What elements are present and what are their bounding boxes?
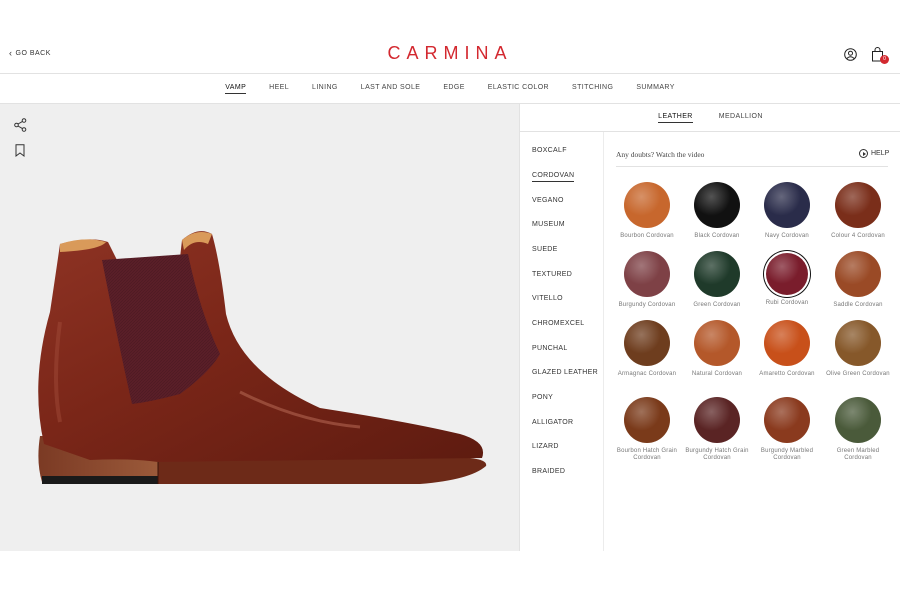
tab-elastic-color[interactable]: ELASTIC COLOR [488, 84, 549, 93]
swatch-natural-cordovan[interactable]: Natural Cordovan [685, 320, 749, 378]
swatch-color [835, 397, 881, 443]
swatch-color [694, 397, 740, 443]
swatch-green-cordovan[interactable]: Green Cordovan [685, 251, 749, 309]
share-icon[interactable] [14, 118, 27, 132]
swatch-color [624, 320, 670, 366]
subtab-leather[interactable]: LEATHER [658, 113, 693, 123]
material-boxcalf[interactable]: BOXCALF [532, 147, 567, 156]
swatch-olive-green-cordovan[interactable]: Olive Green Cordovan [826, 320, 890, 378]
swatch-color [764, 320, 810, 366]
customization-nav: VAMP HEEL LINING LAST AND SOLE EDGE ELAS… [0, 74, 900, 104]
swatch-label: Amaretto Cordovan [759, 371, 815, 377]
swatch-rubi-cordovan[interactable]: Rubi Cordovan [755, 251, 819, 307]
swatch-color [764, 182, 810, 228]
swatch-burgundy-hatch-grain-cordovan[interactable]: Burgundy Hatch Grain Cordovan [685, 397, 749, 462]
swatch-saddle-cordovan[interactable]: Saddle Cordovan [826, 251, 890, 309]
swatch-armagnac-cordovan[interactable]: Armagnac Cordovan [615, 320, 679, 378]
swatch-bourbon-hatch-grain-cordovan[interactable]: Bourbon Hatch Grain Cordovan [615, 397, 679, 462]
divider [616, 166, 888, 167]
swatch-label: Armagnac Cordovan [617, 371, 677, 377]
swatch-label: Green Cordovan [693, 302, 741, 308]
swatch-color [694, 182, 740, 228]
swatch-amaretto-cordovan[interactable]: Amaretto Cordovan [755, 320, 819, 378]
tab-summary[interactable]: SUMMARY [636, 84, 674, 93]
swatch-label: Black Cordovan [694, 233, 740, 239]
swatch-label: Green Marbled Cordovan [836, 448, 880, 461]
swatch-color [624, 182, 670, 228]
swatch-bourbon-cordovan[interactable]: Bourbon Cordovan [615, 182, 679, 240]
swatch-label: Burgundy Marbled Cordovan [760, 448, 814, 461]
swatch-color [835, 251, 881, 297]
swatch-label: Natural Cordovan [691, 371, 743, 377]
material-braided[interactable]: BRAIDED [532, 468, 565, 477]
material-glazed-leather[interactable]: GLAZED LEATHER [532, 369, 598, 378]
swatch-label: Bourbon Hatch Grain Cordovan [616, 448, 678, 461]
swatch-green-marbled-cordovan[interactable]: Green Marbled Cordovan [826, 397, 890, 462]
swatch-burgundy-marbled-cordovan[interactable]: Burgundy Marbled Cordovan [755, 397, 819, 462]
material-chromexcel[interactable]: CHROMEXCEL [532, 320, 584, 329]
chelsea-boot-image [38, 231, 487, 484]
material-lizard[interactable]: LIZARD [532, 443, 559, 452]
watch-video-link[interactable]: Any doubts? Watch the video [616, 150, 704, 159]
tab-edge[interactable]: EDGE [443, 84, 464, 93]
swatch-label: Bourbon Cordovan [620, 233, 674, 239]
subtab-medallion[interactable]: MEDALLION [719, 113, 763, 122]
material-list: BOXCALF CORDOVAN VEGANO MUSEUM SUEDE TEX… [520, 132, 604, 551]
material-vitello[interactable]: VITELLO [532, 295, 563, 304]
bookmark-icon[interactable] [15, 144, 25, 157]
brand-logo[interactable]: CARMINA [0, 43, 900, 64]
swatch-label: Rubi Cordovan [765, 300, 809, 306]
material-punchal[interactable]: PUNCHAL [532, 345, 568, 354]
material-vegano[interactable]: VEGANO [532, 197, 564, 206]
swatch-navy-cordovan[interactable]: Navy Cordovan [755, 182, 819, 240]
swatch-color [624, 251, 670, 297]
help-label: HELP [871, 150, 890, 157]
swatch-color [835, 182, 881, 228]
tab-lining[interactable]: LINING [312, 84, 338, 93]
swatch-label: Navy Cordovan [765, 233, 809, 239]
swatch-color [694, 251, 740, 297]
material-textured[interactable]: TEXTURED [532, 271, 572, 280]
play-icon [859, 149, 868, 158]
material-museum[interactable]: MUSEUM [532, 221, 565, 230]
material-pony[interactable]: PONY [532, 394, 553, 403]
cart-count-badge: 0 [880, 55, 889, 64]
swatch-label: Colour 4 Cordovan [831, 233, 885, 239]
product-viewer [0, 104, 519, 551]
material-suede[interactable]: SUEDE [532, 246, 558, 255]
swatch-label: Olive Green Cordovan [826, 371, 890, 377]
swatch-color [835, 320, 881, 366]
tab-stitching[interactable]: STITCHING [572, 84, 613, 93]
swatch-burgundy-cordovan[interactable]: Burgundy Cordovan [615, 251, 679, 309]
swatch-label: Saddle Cordovan [833, 302, 883, 308]
option-subtabs: LEATHER MEDALLION [520, 104, 900, 132]
swatch-color [624, 397, 670, 443]
options-panel: LEATHER MEDALLION BOXCALF CORDOVAN VEGAN… [519, 104, 900, 551]
swatch-color [766, 253, 808, 295]
tab-heel[interactable]: HEEL [269, 84, 289, 93]
swatch-color [694, 320, 740, 366]
swatch-color [764, 397, 810, 443]
help-button[interactable]: HELP [859, 149, 889, 158]
swatch-black-cordovan[interactable]: Black Cordovan [685, 182, 749, 240]
swatch-colour-4-cordovan[interactable]: Colour 4 Cordovan [826, 182, 890, 240]
tab-last-and-sole[interactable]: LAST AND SOLE [361, 84, 421, 93]
material-cordovan[interactable]: CORDOVAN [532, 172, 575, 182]
material-alligator[interactable]: ALLIGATOR [532, 419, 573, 428]
swatch-label: Burgundy Cordovan [618, 302, 676, 308]
tab-vamp[interactable]: VAMP [225, 84, 247, 94]
user-icon[interactable] [844, 48, 857, 61]
swatch-label: Burgundy Hatch Grain Cordovan [685, 448, 749, 461]
header: ‹ GO BACK CARMINA 0 [0, 0, 900, 74]
